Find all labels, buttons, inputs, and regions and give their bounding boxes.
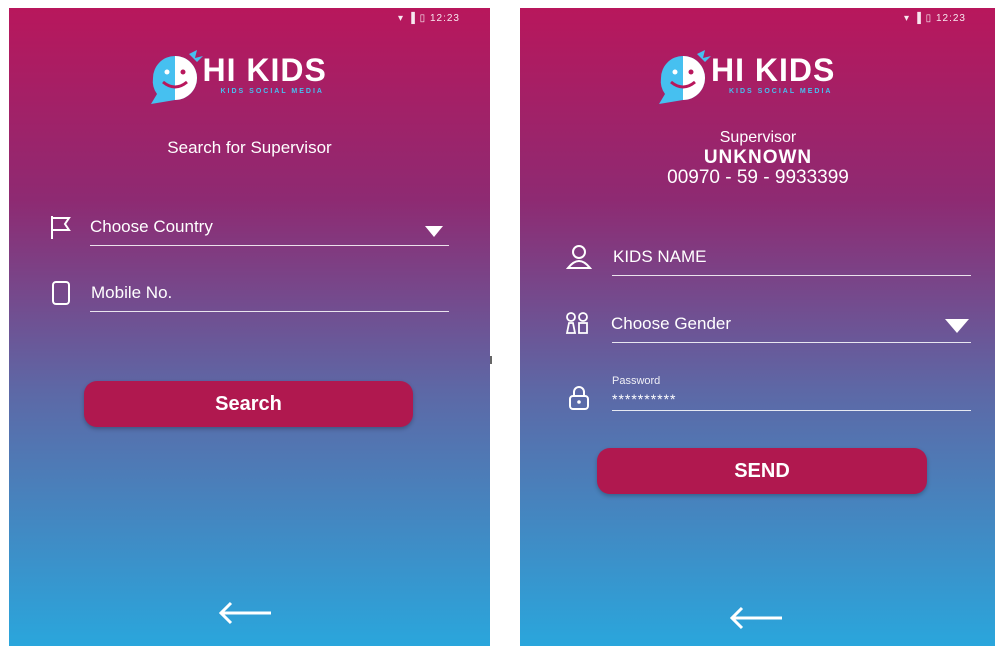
field-underline [612,342,971,343]
send-button[interactable]: SEND [597,448,927,494]
signal-icon: ▐ [407,13,416,24]
status-bar: ▾ ▐ ▯ 12:23 [904,13,966,24]
arrow-left-icon[interactable] [726,603,786,633]
signal-icon: ▐ [913,13,922,24]
logo-name: HI KIDS [202,52,327,88]
battery-icon: ▯ [925,13,933,24]
kids-name-field[interactable]: KIDS NAME [566,242,971,276]
user-icon [566,245,592,269]
gender-select-label: Choose Gender [611,314,732,333]
kids-name-placeholder: KIDS NAME [613,247,707,266]
gender-select[interactable]: Choose Gender [564,309,971,343]
register-kid-screen: ▾ ▐ ▯ 12:23 HI KIDS KIDS SOCIAL MEDIA Su… [520,8,995,646]
chevron-down-icon [425,226,443,237]
password-label: Password [612,375,661,387]
panel-divider [490,356,492,364]
field-underline [612,410,971,411]
logo-name: HI KIDS [711,52,836,88]
wifi-icon: ▾ [397,13,405,24]
supervisor-name: UNKNOWN [703,147,813,168]
battery-icon: ▯ [419,13,427,24]
mobile-field[interactable]: Mobile No. [49,278,449,312]
status-time: 12:23 [935,13,966,24]
kids-icon [565,312,588,334]
password-field[interactable]: Password ********** [566,375,971,411]
supervisor-info: Supervisor UNKNOWN 00970 - 59 - 9933399 [520,128,995,188]
field-underline [612,275,971,276]
country-select-label: Choose Country [90,217,213,236]
logo-tagline: KIDS SOCIAL MEDIA [729,88,833,95]
page-title: Search for Supervisor [167,138,332,157]
logo-face-icon [659,50,711,104]
status-bar: ▾ ▐ ▯ 12:23 [398,13,460,24]
logo-tagline: KIDS SOCIAL MEDIA [220,88,324,95]
arrow-left-icon[interactable] [215,598,275,628]
field-underline [90,245,449,246]
logo-face-icon [150,50,203,104]
supervisor-label: Supervisor [719,129,797,146]
country-select[interactable]: Choose Country [49,212,449,246]
field-underline [90,311,449,312]
search-button[interactable]: Search [84,381,413,427]
password-value: ********** [612,391,677,407]
chevron-down-icon [945,319,969,333]
search-supervisor-screen: ▾ ▐ ▯ 12:23 HI KIDS KIDS SOCIAL MEDIA Se… [9,8,490,646]
supervisor-phone: 00970 - 59 - 9933399 [667,167,849,188]
status-time: 12:23 [429,13,460,24]
app-logo: HI KIDS KIDS SOCIAL MEDIA [145,46,355,108]
app-logo: HI KIDS KIDS SOCIAL MEDIA [653,46,863,108]
flag-icon [51,216,71,239]
mobile-field-placeholder: Mobile No. [91,283,173,302]
lock-icon [569,386,589,410]
phone-icon [52,281,70,305]
wifi-icon: ▾ [903,13,911,24]
